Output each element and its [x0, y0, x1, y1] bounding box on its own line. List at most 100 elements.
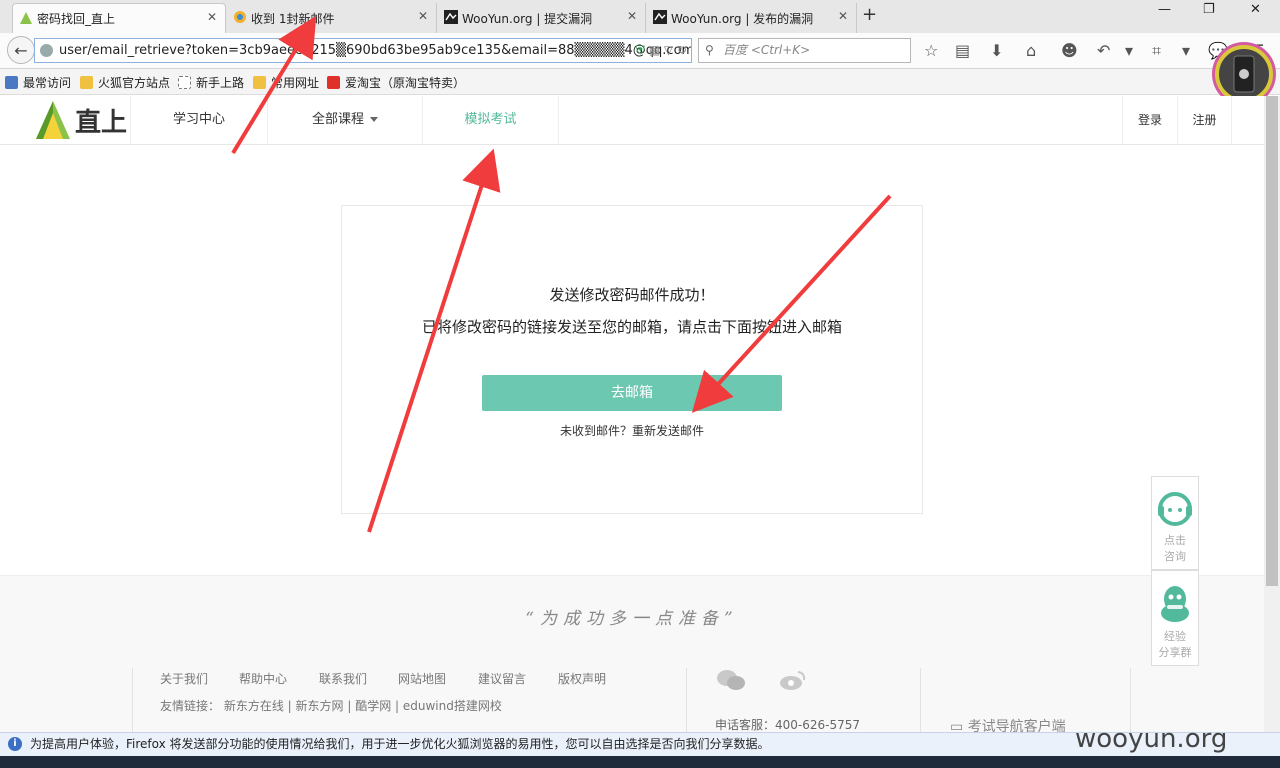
new-tab-button[interactable]: +: [862, 4, 877, 25]
mail-favicon-icon: [234, 11, 246, 23]
navigation-toolbar: ← user/email_retrieve?token=3cb9aeee9215…: [0, 33, 1280, 69]
logo-triangle-icon: [36, 101, 70, 139]
footer-link-sitemap[interactable]: 网站地图: [398, 670, 446, 687]
page-scrollbar[interactable]: [1264, 96, 1280, 732]
search-placeholder: 百度 <Ctrl+K>: [723, 43, 811, 57]
nav-label: 全部课程: [311, 112, 364, 127]
divider: [132, 668, 133, 736]
folder-icon: [253, 76, 266, 89]
wooyun-favicon-icon: [653, 10, 667, 24]
bookmark-most-visited[interactable]: 最常访问: [5, 74, 71, 91]
caret-down-icon: [370, 117, 378, 122]
download-icon[interactable]: ⬇: [990, 41, 1003, 60]
wechat-icon[interactable]: [716, 668, 746, 692]
dropdown-icon[interactable]: ▽: [664, 43, 673, 57]
search-input[interactable]: ⚲ 百度 <Ctrl+K>: [698, 38, 911, 63]
url-bar[interactable]: user/email_retrieve?token=3cb9aeee9215▒6…: [34, 38, 692, 63]
customer-hotline: 申话客服：400-626-5757: [715, 718, 861, 732]
phone-gear-icon: [1233, 55, 1255, 93]
star-icon[interactable]: ☆: [924, 41, 938, 60]
qr-icon[interactable]: ▦: [649, 43, 660, 57]
tab-wooyun-submit[interactable]: WooYun.org | 提交漏洞 ✕: [438, 3, 646, 33]
undo-icon[interactable]: ↶: [1097, 41, 1110, 60]
close-icon[interactable]: ✕: [418, 9, 428, 23]
tab-title: 收到 1封新邮件: [251, 11, 335, 26]
minimize-icon[interactable]: —: [1158, 2, 1171, 17]
back-button[interactable]: ←: [7, 36, 35, 64]
settings-gear-icon[interactable]: [1215, 45, 1273, 103]
info-icon: i: [8, 737, 22, 751]
back-arrow-icon: ←: [14, 40, 28, 60]
chevron-down-icon[interactable]: ▾: [1182, 41, 1190, 60]
reading-list-icon[interactable]: ▤: [955, 41, 970, 60]
os-taskbar: [0, 756, 1280, 768]
close-icon[interactable]: ✕: [207, 10, 217, 24]
footer-link-help[interactable]: 帮助中心: [239, 670, 287, 687]
consult-label-1: 点击: [1164, 534, 1186, 547]
headset-icon: [1158, 492, 1192, 526]
footer-link-copyright[interactable]: 版权声明: [558, 670, 606, 687]
reload-icon[interactable]: ↻: [677, 43, 687, 57]
close-icon[interactable]: ✕: [627, 9, 637, 23]
site-header: 直上 学习中心 全部课程 模拟考试 登录 注册: [0, 96, 1264, 145]
home-icon[interactable]: ⌂: [1026, 41, 1036, 60]
bookmark-common-sites[interactable]: 常用网址: [253, 74, 319, 91]
consult-widget[interactable]: 点击 咨询: [1151, 476, 1199, 570]
divider: [920, 668, 921, 736]
footer: “为成功多一点准备” 关于我们 帮助中心 联系我们 网站地图 建议留言 版权声明…: [0, 575, 1264, 736]
crop-icon[interactable]: ⌗: [1152, 41, 1161, 61]
bookmark-ai-taobao[interactable]: 爱淘宝（原淘宝特卖）: [327, 74, 465, 91]
bookmarks-bar: 最常访问 火狐官方站点 新手上路 常用网址 爱淘宝（原淘宝特卖）: [0, 69, 1280, 95]
success-subtitle: 已将修改密码的链接发送至您的邮箱，请点击下面按钮进入邮箱: [421, 318, 842, 336]
search-icon: ⚲: [705, 43, 714, 57]
register-link[interactable]: 注册: [1177, 96, 1232, 145]
folder-icon: [80, 76, 93, 89]
login-link[interactable]: 登录: [1122, 96, 1177, 145]
bookmark-icon: [5, 76, 18, 89]
resend-email-link[interactable]: 未收到邮件？重新发送邮件: [342, 422, 922, 439]
friend-links-label: 友情链接：: [160, 699, 221, 713]
friend-links-list[interactable]: 新东方在线 | 新东方网 | 酷学网 | eduwind搭建网校: [224, 699, 502, 713]
tab-bar: 密码找回_直上 ✕ 收到 1封新邮件 ✕ WooYun.org | 提交漏洞 ✕…: [0, 0, 1280, 33]
qq-icon: [1161, 586, 1189, 622]
group-label-1: 经验: [1164, 630, 1186, 643]
logo-text: 直上: [75, 107, 128, 138]
bookmark-getting-started[interactable]: 新手上路: [178, 74, 244, 91]
tab-password-retrieve[interactable]: 密码找回_直上 ✕: [12, 3, 226, 33]
go-to-mailbox-button[interactable]: 去邮箱: [482, 375, 782, 411]
nav-mock-exam[interactable]: 模拟考试: [422, 96, 559, 145]
footer-link-about[interactable]: 关于我们: [160, 670, 208, 687]
footer-slogan: “为成功多一点准备”: [525, 609, 739, 629]
close-icon[interactable]: ✕: [838, 9, 848, 23]
nav-study-center[interactable]: 学习中心: [130, 96, 267, 145]
qq-group-widget[interactable]: 经验 分享群: [1151, 570, 1199, 666]
tab-wooyun-published[interactable]: WooYun.org | 发布的漏洞 ✕: [647, 3, 857, 33]
close-window-icon[interactable]: ✕: [1250, 2, 1261, 17]
bookmark-label: 新手上路: [196, 76, 245, 90]
tab-new-mail[interactable]: 收到 1封新邮件 ✕: [227, 3, 437, 33]
nav-all-courses[interactable]: 全部课程: [267, 96, 422, 145]
shield-icon[interactable]: ⛨: [636, 43, 645, 57]
url-bar-icons: ⛨ ▦ ▽ ↻: [636, 39, 687, 62]
logo[interactable]: 直上: [35, 99, 127, 141]
smiley-icon[interactable]: ☻: [1061, 41, 1078, 60]
footer-link-feedback[interactable]: 建议留言: [478, 670, 526, 687]
scrollbar-thumb[interactable]: [1266, 96, 1278, 586]
taobao-icon: [327, 76, 340, 89]
tab-title: WooYun.org | 提交漏洞: [462, 11, 593, 26]
group-label-2: 分享群: [1158, 646, 1192, 659]
bookmark-firefox-site[interactable]: 火狐官方站点: [80, 74, 170, 91]
footer-link-contact[interactable]: 联系我们: [319, 670, 367, 687]
maximize-icon[interactable]: ❐: [1203, 2, 1215, 17]
tab-title: 密码找回_直上: [37, 12, 116, 26]
friend-links: 友情链接： 新东方在线 | 新东方网 | 酷学网 | eduwind搭建网校: [160, 697, 502, 714]
bookmark-label: 火狐官方站点: [98, 76, 171, 90]
chevron-down-icon[interactable]: ▾: [1125, 41, 1133, 60]
bookmark-label: 最常访问: [23, 76, 72, 90]
wooyun-favicon-icon: [444, 10, 458, 24]
bookmark-label: 爱淘宝（原淘宝特卖）: [345, 76, 466, 90]
notification-text: 为提高用户体验，Firefox 将发送部分功能的使用情况给我们，用于进一步优化火…: [30, 737, 770, 751]
url-text: user/email_retrieve?token=3cb9aeee9215▒6…: [59, 43, 692, 58]
consult-label-2: 咨询: [1164, 550, 1186, 563]
weibo-icon[interactable]: [778, 668, 808, 692]
